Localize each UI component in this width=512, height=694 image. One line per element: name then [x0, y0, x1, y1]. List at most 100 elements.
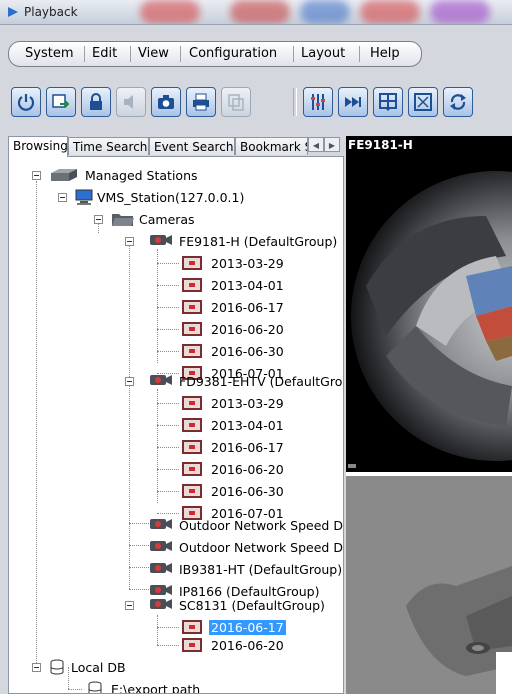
tab-scroll-right-button[interactable]: ▶: [324, 137, 340, 152]
computer-icon: [75, 189, 93, 205]
tree-node-date-selected[interactable]: 2016-06-17: [181, 617, 341, 637]
lock-button[interactable]: [81, 87, 111, 117]
power-button[interactable]: [11, 87, 41, 117]
recording-icon: [182, 418, 202, 432]
refresh-button[interactable]: [443, 87, 473, 117]
export-button[interactable]: [46, 87, 76, 117]
refresh-icon: [450, 94, 466, 110]
collapse-toggle[interactable]: [125, 237, 134, 246]
tree-node-date[interactable]: 2016-06-20: [181, 459, 341, 479]
tree-line: [98, 223, 99, 233]
tree-line: [157, 389, 158, 503]
tree-node-camera[interactable]: SC8131 (DefaultGroup): [149, 595, 343, 615]
tree-node-managed-stations[interactable]: Managed Stations: [49, 165, 249, 185]
server-icon: [51, 169, 77, 181]
recording-icon: [182, 462, 202, 476]
collapse-toggle[interactable]: [32, 663, 41, 672]
tree-node-local-db[interactable]: Local DB: [49, 657, 249, 677]
menu-view[interactable]: View: [138, 46, 169, 62]
menu-configuration[interactable]: Configuration: [189, 46, 277, 62]
tree-node-camera[interactable]: FD9381-EHTV (DefaultGrou: [149, 371, 343, 391]
tree-node-camera[interactable]: Outdoor Network Speed D: [149, 537, 343, 557]
tree-node-cameras[interactable]: Cameras: [111, 209, 311, 229]
camera-icon: [150, 541, 172, 551]
window-title: Playback: [24, 5, 78, 19]
tree-line: [129, 545, 151, 546]
tree-node-export-path[interactable]: E:\export path: [87, 679, 287, 693]
tree-label: SC8131 (DefaultGroup): [179, 598, 325, 613]
tab-time-search[interactable]: Time Search: [68, 137, 149, 155]
recording-icon: [182, 322, 202, 336]
collapse-toggle[interactable]: [58, 193, 67, 202]
tree-node-camera[interactable]: IB9381-HT (DefaultGroup): [149, 559, 343, 579]
menu-system[interactable]: System: [25, 46, 73, 62]
collapse-toggle[interactable]: [32, 171, 41, 180]
tree-node-camera[interactable]: Outdoor Network Speed D: [149, 515, 343, 535]
recording-icon: [182, 484, 202, 498]
recording-icon: [182, 396, 202, 410]
tab-strip: Browsing Time Search Event Search Bookma…: [8, 136, 344, 157]
filter-button[interactable]: [303, 87, 333, 117]
collapse-toggle[interactable]: [125, 601, 134, 610]
tree-label-selected: 2016-06-17: [209, 620, 286, 635]
collapse-toggle[interactable]: [94, 215, 103, 224]
fullscreen-button[interactable]: [408, 87, 438, 117]
menu-edit[interactable]: Edit: [92, 46, 117, 62]
menu-separator: [180, 46, 181, 62]
tree-node-date[interactable]: 2016-06-17: [181, 437, 341, 457]
tree-label: 2016-06-20: [211, 638, 284, 653]
copy-button[interactable]: [221, 87, 251, 117]
menu-layout[interactable]: Layout: [301, 46, 345, 62]
tree-node-date[interactable]: 2016-06-20: [181, 319, 341, 339]
audio-button[interactable]: [116, 87, 146, 117]
tree-line: [36, 181, 37, 667]
tree-label: 2016-06-17: [211, 440, 284, 455]
recording-icon: [182, 256, 202, 270]
camera-icon: [150, 375, 172, 385]
menu-separator: [130, 46, 131, 62]
tree-node-date[interactable]: 2016-06-20: [181, 635, 341, 655]
fisheye-video-frame: [346, 156, 512, 472]
tree-node-date[interactable]: 2016-06-17: [181, 297, 341, 317]
folder-icon: [112, 214, 134, 226]
print-button[interactable]: [186, 87, 216, 117]
forward-button[interactable]: [338, 87, 368, 117]
tab-event-search[interactable]: Event Search: [149, 137, 235, 155]
tree-line: [157, 627, 179, 628]
camera-icon: [150, 519, 172, 529]
collapse-toggle[interactable]: [125, 377, 134, 386]
snapshot-button[interactable]: [151, 87, 181, 117]
tree-node-date[interactable]: 2013-04-01: [181, 275, 341, 295]
export-icon: [52, 94, 70, 108]
tree-line: [157, 615, 158, 645]
tree-label: FE9181-H (DefaultGroup): [179, 234, 338, 249]
tree-line: [129, 243, 130, 589]
tree-node-date[interactable]: 2016-06-30: [181, 481, 341, 501]
tree-node-date[interactable]: 2013-04-01: [181, 415, 341, 435]
tree-node-date[interactable]: 2013-03-29: [181, 253, 341, 273]
tree-line: [129, 589, 151, 590]
tree-node-vms-station[interactable]: VMS_Station(127.0.0.1): [75, 187, 275, 207]
background-blur: [300, 0, 350, 24]
app-icon: [8, 7, 18, 17]
tab-bookmark[interactable]: Bookmark S: [235, 137, 308, 155]
video-player-secondary[interactable]: [346, 476, 512, 694]
background-blur: [360, 0, 420, 24]
menu-bar: System Edit View Configuration Layout He…: [8, 41, 422, 67]
tree-node-date[interactable]: 2013-03-29: [181, 393, 341, 413]
tab-browsing[interactable]: Browsing: [8, 136, 68, 157]
tree-label: 2013-03-29: [211, 256, 284, 271]
tree-line: [157, 263, 179, 264]
tree-line: [157, 403, 179, 404]
tree-label: Outdoor Network Speed D: [179, 540, 343, 555]
tree-line: [157, 285, 179, 286]
lock-icon: [90, 93, 102, 110]
tree-node-date[interactable]: 2016-06-30: [181, 341, 341, 361]
tree-label: Managed Stations: [85, 168, 198, 183]
tab-scroll-left-button[interactable]: ◀: [308, 137, 324, 152]
tree-node-camera[interactable]: FE9181-H (DefaultGroup): [149, 231, 343, 251]
video-player-main[interactable]: [346, 156, 512, 472]
layout-button[interactable]: [373, 87, 403, 117]
background-blur: [140, 0, 200, 24]
menu-help[interactable]: Help: [370, 46, 400, 62]
